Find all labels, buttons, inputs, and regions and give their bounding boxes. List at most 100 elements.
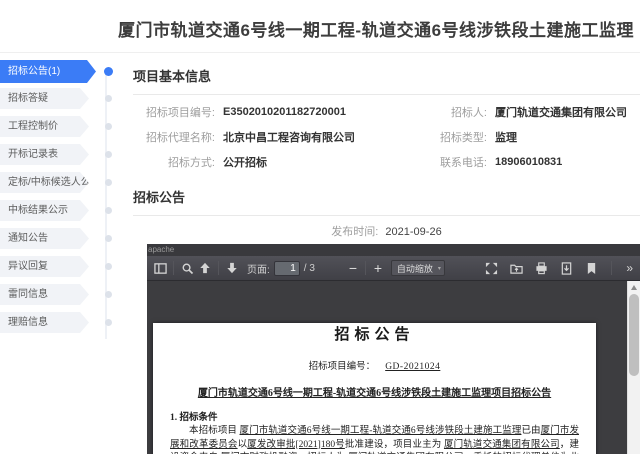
toolbar-separator bbox=[173, 261, 174, 275]
sidebar-item-announcement[interactable]: 招标公告(1) bbox=[0, 60, 118, 83]
sidebar-item-label[interactable]: 中标结果公示 bbox=[0, 200, 89, 221]
sidebar-item-label[interactable]: 通知公告 bbox=[0, 228, 89, 249]
field-tenderer: 招标人: 厦门轨道交通集团有限公司 bbox=[405, 99, 640, 124]
timeline-dot bbox=[105, 179, 112, 186]
field-label: 招标项目编号: bbox=[133, 104, 215, 120]
search-icon bbox=[181, 262, 194, 275]
arrow-up-icon bbox=[199, 262, 211, 274]
field-value: 厦门轨道交通集团有限公司 bbox=[495, 104, 627, 120]
toolbar-separator bbox=[365, 261, 366, 275]
chevron-down-icon: ▾ bbox=[438, 265, 441, 272]
open-file-button[interactable] bbox=[507, 259, 525, 278]
field-project-number: 招标项目编号: E3502010201182720001 bbox=[133, 99, 405, 124]
document-code-line: 招标项目编号： GD-2021024 bbox=[153, 358, 596, 372]
pdf-content-area: 招标公告 招标项目编号： GD-2021024 厦门市轨道交通6号线一期工程-轨道… bbox=[147, 281, 627, 454]
sidebar-item-control-price[interactable]: 工程控制价 bbox=[0, 116, 118, 137]
publish-time-label: 发布时间: bbox=[331, 226, 378, 238]
zoom-out-button[interactable]: − bbox=[345, 260, 361, 276]
find-button[interactable] bbox=[178, 259, 196, 278]
sidebar-item-qa[interactable]: 招标答疑 bbox=[0, 88, 118, 109]
sidebar-item-label[interactable]: 开标记录表 bbox=[0, 144, 89, 165]
page-header: 厦门市轨道交通6号线一期工程-轨道交通6号线涉铁段土建施工监理 bbox=[0, 0, 640, 53]
fullscreen-icon bbox=[485, 262, 498, 275]
sidebar-item-label[interactable]: 定标/中标候选人公示 bbox=[0, 172, 89, 193]
document-paragraph: 本招标项目 厦门市轨道交通6号线一期工程-轨道交通6号线涉铁段土建施工监理已由厦… bbox=[170, 425, 579, 454]
main-content: 项目基本信息 招标项目编号: E3502010201182720001 招标人:… bbox=[118, 53, 640, 454]
document-code-value: GD-2021024 bbox=[385, 362, 440, 372]
zoom-controls: − + 自动缩放 ▾ bbox=[345, 260, 445, 276]
toolbar-separator bbox=[611, 261, 612, 275]
sidebar-item-result-publicity[interactable]: 中标结果公示 bbox=[0, 200, 118, 221]
section-title-announcement: 招标公告 bbox=[133, 187, 640, 216]
print-button[interactable] bbox=[532, 259, 550, 278]
pdf-toolbar: 页面: / 3 − + 自动缩放 ▾ bbox=[147, 256, 640, 281]
field-tender-method: 招标方式: 公开招标 bbox=[133, 149, 405, 174]
next-page-button[interactable] bbox=[223, 259, 241, 278]
field-label: 招标方式: bbox=[133, 154, 215, 170]
field-label: 联系电话: bbox=[405, 154, 487, 170]
toggle-sidebar-button[interactable] bbox=[151, 259, 169, 278]
sidebar-item-bid-opening-record[interactable]: 开标记录表 bbox=[0, 144, 118, 165]
pdf-server-bar: apache bbox=[147, 244, 640, 256]
presentation-mode-button[interactable] bbox=[482, 259, 500, 278]
field-phone: 联系电话: 18906010831 bbox=[405, 149, 640, 174]
sidebar-item-label[interactable]: 异议回复 bbox=[0, 256, 89, 277]
section-title-project-info: 项目基本信息 bbox=[133, 66, 640, 95]
pdf-scrollbar[interactable] bbox=[627, 281, 640, 454]
document-headline: 厦门市轨道交通6号线一期工程-轨道交通6号线涉铁段土建施工监理项目招标公告 bbox=[153, 384, 596, 399]
sidebar-item-label[interactable]: 理赔信息 bbox=[0, 312, 89, 333]
scrollbar-thumb[interactable] bbox=[629, 294, 639, 376]
field-label: 招标类型: bbox=[405, 129, 487, 145]
page-number-input[interactable] bbox=[274, 261, 300, 276]
page-label: 页面: bbox=[247, 261, 270, 276]
field-label: 招标代理名称: bbox=[133, 129, 215, 145]
sidebar-item-notice[interactable]: 通知公告 bbox=[0, 228, 118, 249]
document-code-label: 招标项目编号： bbox=[309, 362, 376, 372]
previous-page-button[interactable] bbox=[196, 259, 214, 278]
timeline-dot bbox=[105, 291, 112, 298]
sidebar-item-objection-reply[interactable]: 异议回复 bbox=[0, 256, 118, 277]
field-tender-type: 招标类型: 监理 bbox=[405, 124, 640, 149]
page-title: 厦门市轨道交通6号线一期工程-轨道交通6号线涉铁段土建施工监理 bbox=[112, 16, 640, 41]
server-label: apache bbox=[148, 245, 174, 254]
sidebar-item-label[interactable]: 招标答疑 bbox=[0, 88, 89, 109]
pdf-viewer: apache bbox=[147, 244, 640, 454]
timeline-dot bbox=[104, 67, 113, 76]
bookmark-button[interactable] bbox=[582, 259, 600, 278]
field-value: E3502010201182720001 bbox=[223, 106, 346, 118]
sidebar-item-claims-info[interactable]: 理赔信息 bbox=[0, 312, 118, 333]
sidebar-item-label[interactable]: 招标公告(1) bbox=[0, 60, 96, 83]
printer-icon bbox=[535, 262, 548, 275]
timeline-dot bbox=[105, 319, 112, 326]
download-icon bbox=[560, 262, 573, 275]
publish-time-value: 2021-09-26 bbox=[385, 226, 441, 238]
field-value: 北京中昌工程咨询有限公司 bbox=[223, 129, 355, 145]
sidebar-item-winner-candidates[interactable]: 定标/中标候选人公示 bbox=[0, 172, 118, 193]
toolbar-right-group: » bbox=[482, 259, 636, 278]
timeline-dot bbox=[105, 95, 112, 102]
arrow-down-icon bbox=[226, 262, 238, 274]
zoom-select-dropdown[interactable]: 自动缩放 ▾ bbox=[391, 260, 445, 276]
more-tools-button[interactable]: » bbox=[623, 261, 636, 275]
field-agency-name: 招标代理名称: 北京中昌工程咨询有限公司 bbox=[133, 124, 405, 149]
scroll-up-arrow-icon[interactable] bbox=[631, 285, 637, 290]
download-button[interactable] bbox=[557, 259, 575, 278]
page-total: / 3 bbox=[304, 263, 315, 274]
project-info-grid: 招标项目编号: E3502010201182720001 招标人: 厦门轨道交通… bbox=[133, 95, 640, 174]
open-folder-icon bbox=[510, 262, 523, 275]
sidebar: 招标公告(1) 招标答疑 工程控制价 开标记录表 定标/中标候选人公示 中标结果… bbox=[0, 53, 118, 454]
field-value: 监理 bbox=[495, 129, 517, 145]
sidebar-item-similar-info[interactable]: 雷同信息 bbox=[0, 284, 118, 305]
field-value: 18906010831 bbox=[495, 156, 562, 168]
sidebar-toggle-icon bbox=[154, 262, 167, 275]
sidebar-item-label[interactable]: 工程控制价 bbox=[0, 116, 89, 137]
zoom-in-button[interactable]: + bbox=[370, 260, 386, 276]
timeline-dot bbox=[105, 235, 112, 242]
sidebar-item-label[interactable]: 雷同信息 bbox=[0, 284, 89, 305]
zoom-select-value: 自动缩放 bbox=[397, 262, 433, 275]
timeline-dot bbox=[105, 123, 112, 130]
document-section-1: 1. 招标条件 bbox=[170, 409, 579, 423]
pdf-page: 招标公告 招标项目编号： GD-2021024 厦门市轨道交通6号线一期工程-轨道… bbox=[153, 323, 596, 454]
document-title: 招标公告 bbox=[153, 323, 596, 344]
timeline-dot bbox=[105, 151, 112, 158]
